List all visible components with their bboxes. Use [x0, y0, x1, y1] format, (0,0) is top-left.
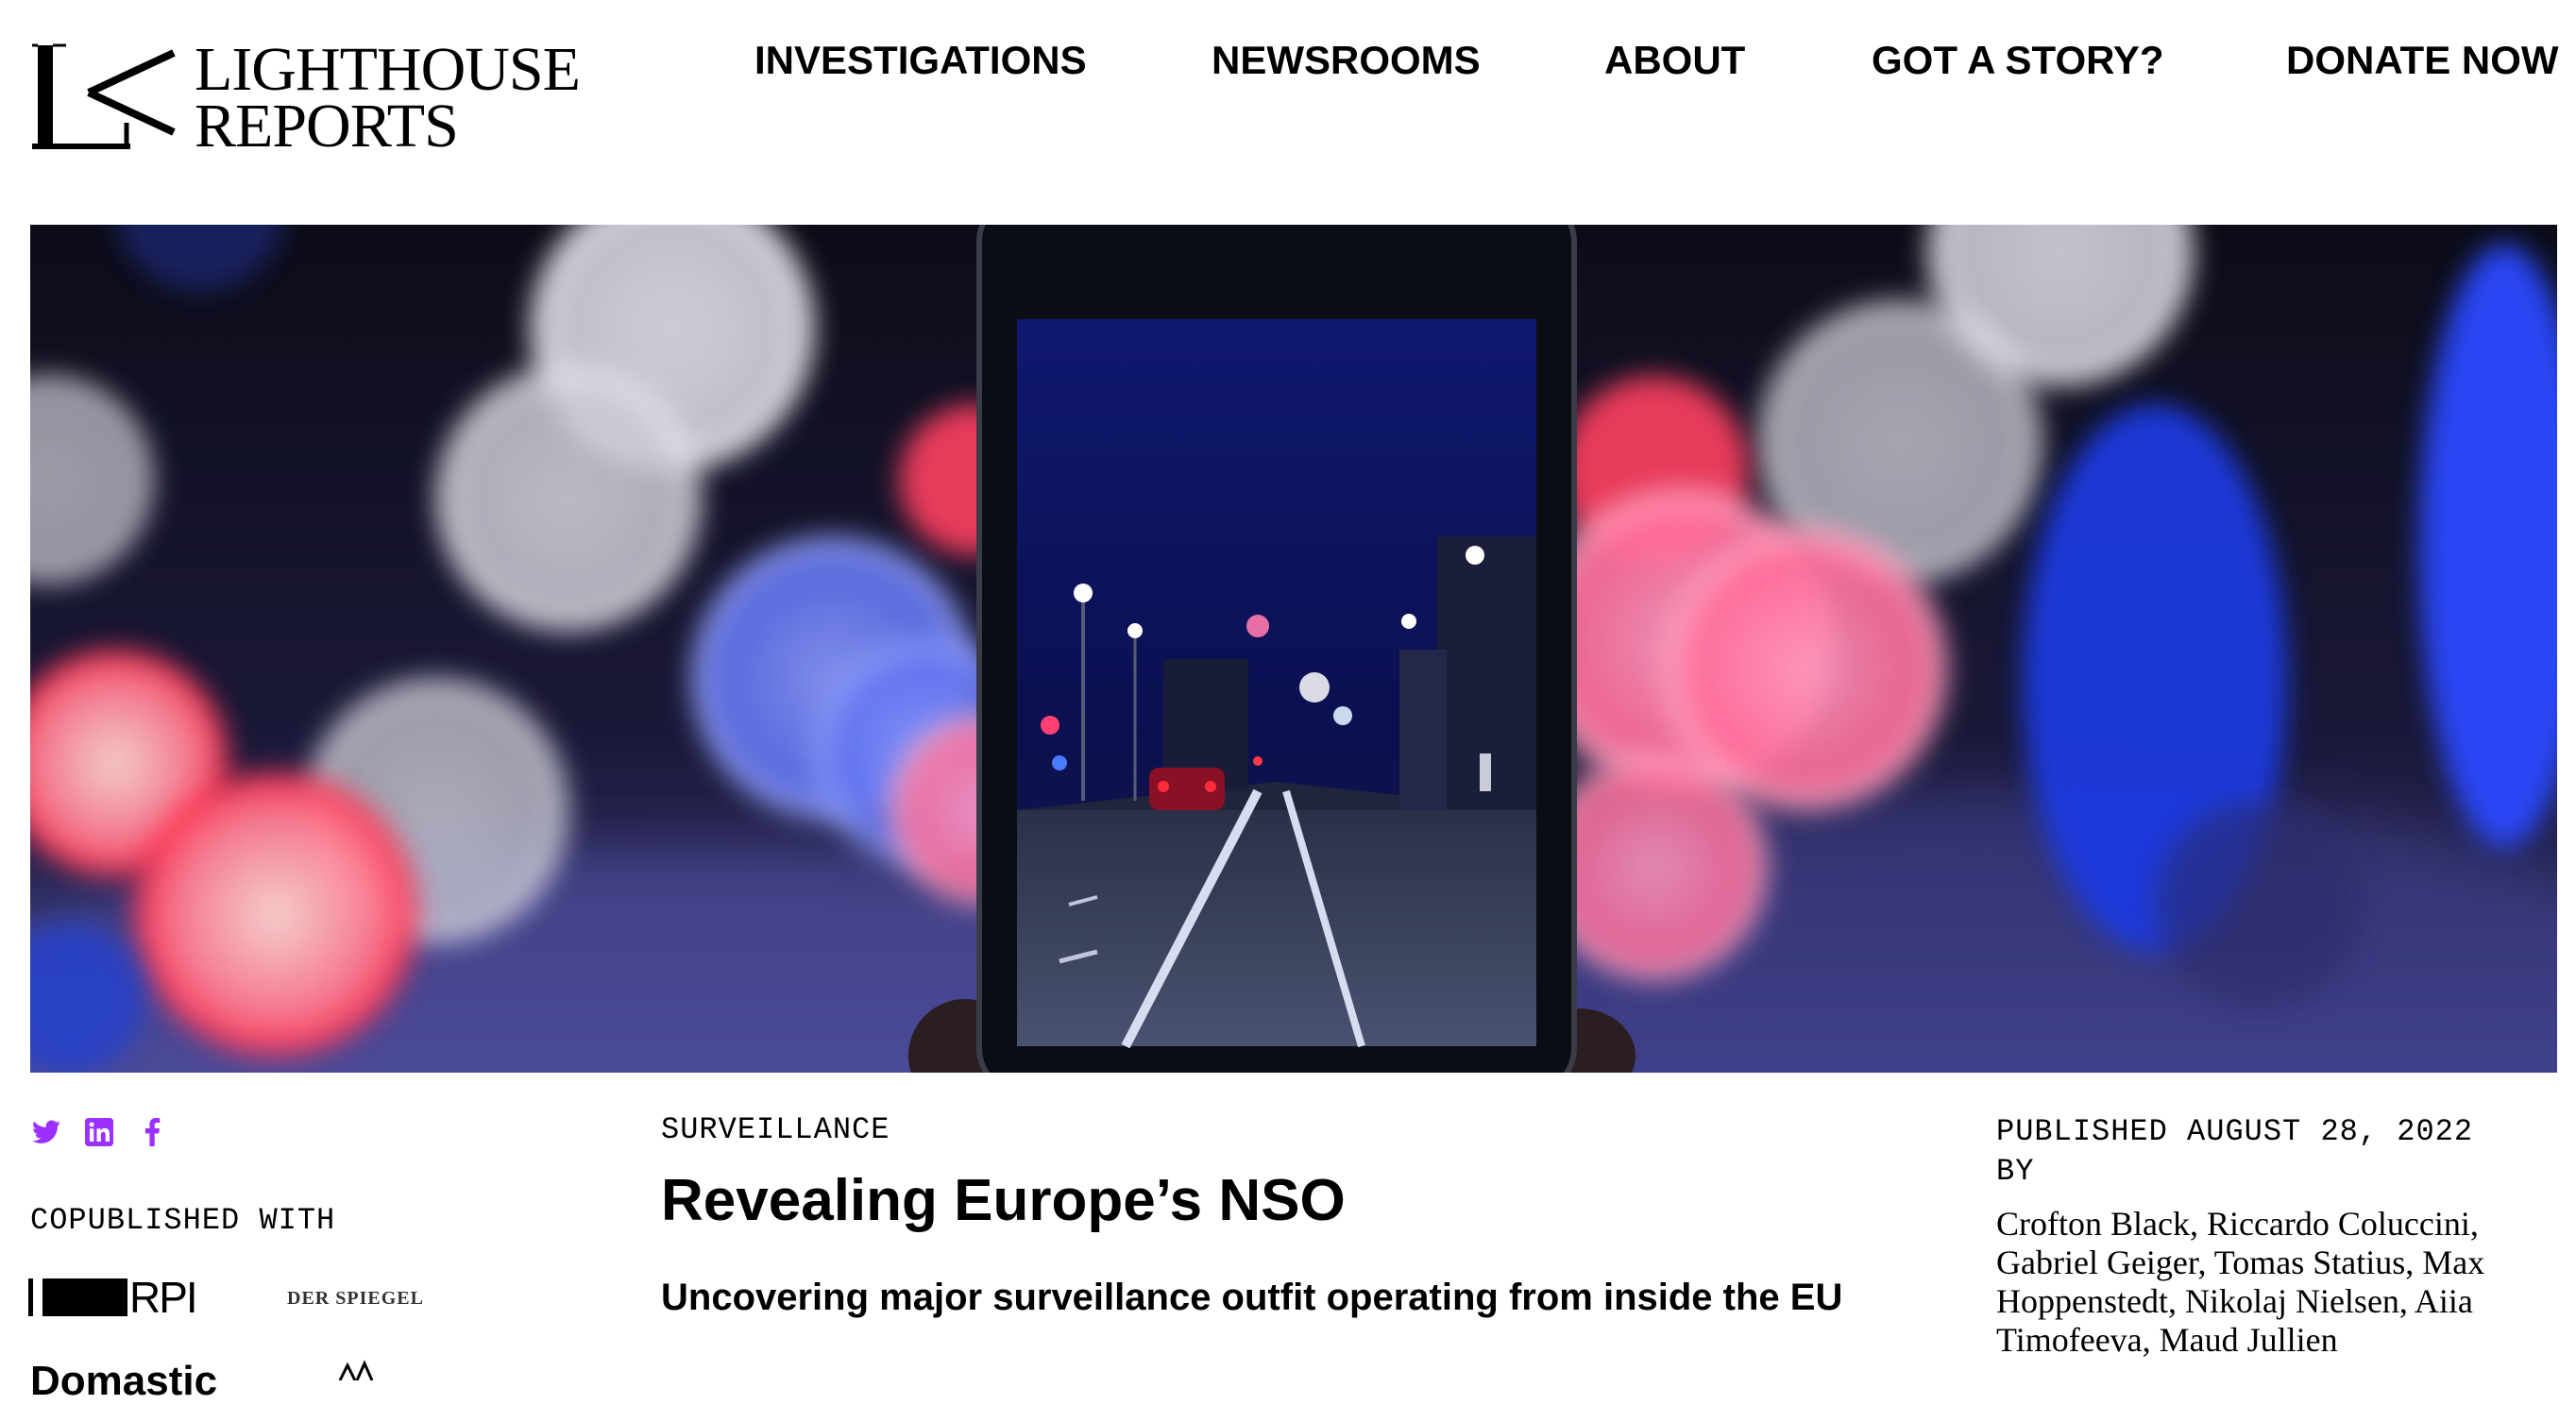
- logo-line-2: REPORTS: [195, 92, 459, 161]
- by-label: BY: [1996, 1154, 2035, 1189]
- published-date: PUBLISHED AUGUST 28, 2022: [1996, 1114, 2474, 1149]
- main-nav: INVESTIGATIONS NEWSROOMS ABOUT GOT A STO…: [0, 38, 2576, 85]
- hero-illustration: [30, 225, 2557, 1073]
- irpi-block-mark: [42, 1278, 127, 1316]
- partner-logo-cut-off[interactable]: Domastic: [30, 1358, 217, 1405]
- nav-about[interactable]: ABOUT: [1604, 38, 1745, 83]
- nav-newsrooms[interactable]: NEWSROOMS: [1212, 38, 1481, 83]
- published-block: PUBLISHED AUGUST 28, 2022 BY: [1996, 1112, 2544, 1192]
- partner-logo-der-spiegel[interactable]: DER SPIEGEL: [287, 1288, 424, 1310]
- article-category[interactable]: SURVEILLANCE: [661, 1112, 890, 1147]
- irpi-logo-text: RPI: [129, 1273, 198, 1322]
- copublished-label: COPUBLISHED WITH: [30, 1203, 336, 1238]
- hero-image: [30, 225, 2557, 1073]
- linkedin-icon[interactable]: [83, 1116, 115, 1148]
- article-subtitle: Uncovering major surveillance outfit ope…: [661, 1277, 1843, 1318]
- article-title: Revealing Europe’s NSO: [661, 1168, 1346, 1233]
- share-icons: [30, 1116, 168, 1148]
- nav-donate-now[interactable]: DONATE NOW: [2286, 38, 2559, 83]
- nav-got-a-story[interactable]: GOT A STORY?: [1872, 38, 2164, 83]
- twitter-icon[interactable]: [30, 1116, 62, 1148]
- article-authors: Crofton Black, Riccardo Coluccini, Gabri…: [1996, 1205, 2485, 1359]
- irpi-bar-mark: [28, 1278, 33, 1316]
- facebook-icon[interactable]: [136, 1116, 168, 1148]
- partner-logo-irpi[interactable]: RPI: [28, 1273, 198, 1322]
- partner-logo-cut-off-icon[interactable]: [336, 1360, 376, 1380]
- nav-investigations[interactable]: INVESTIGATIONS: [754, 38, 1087, 83]
